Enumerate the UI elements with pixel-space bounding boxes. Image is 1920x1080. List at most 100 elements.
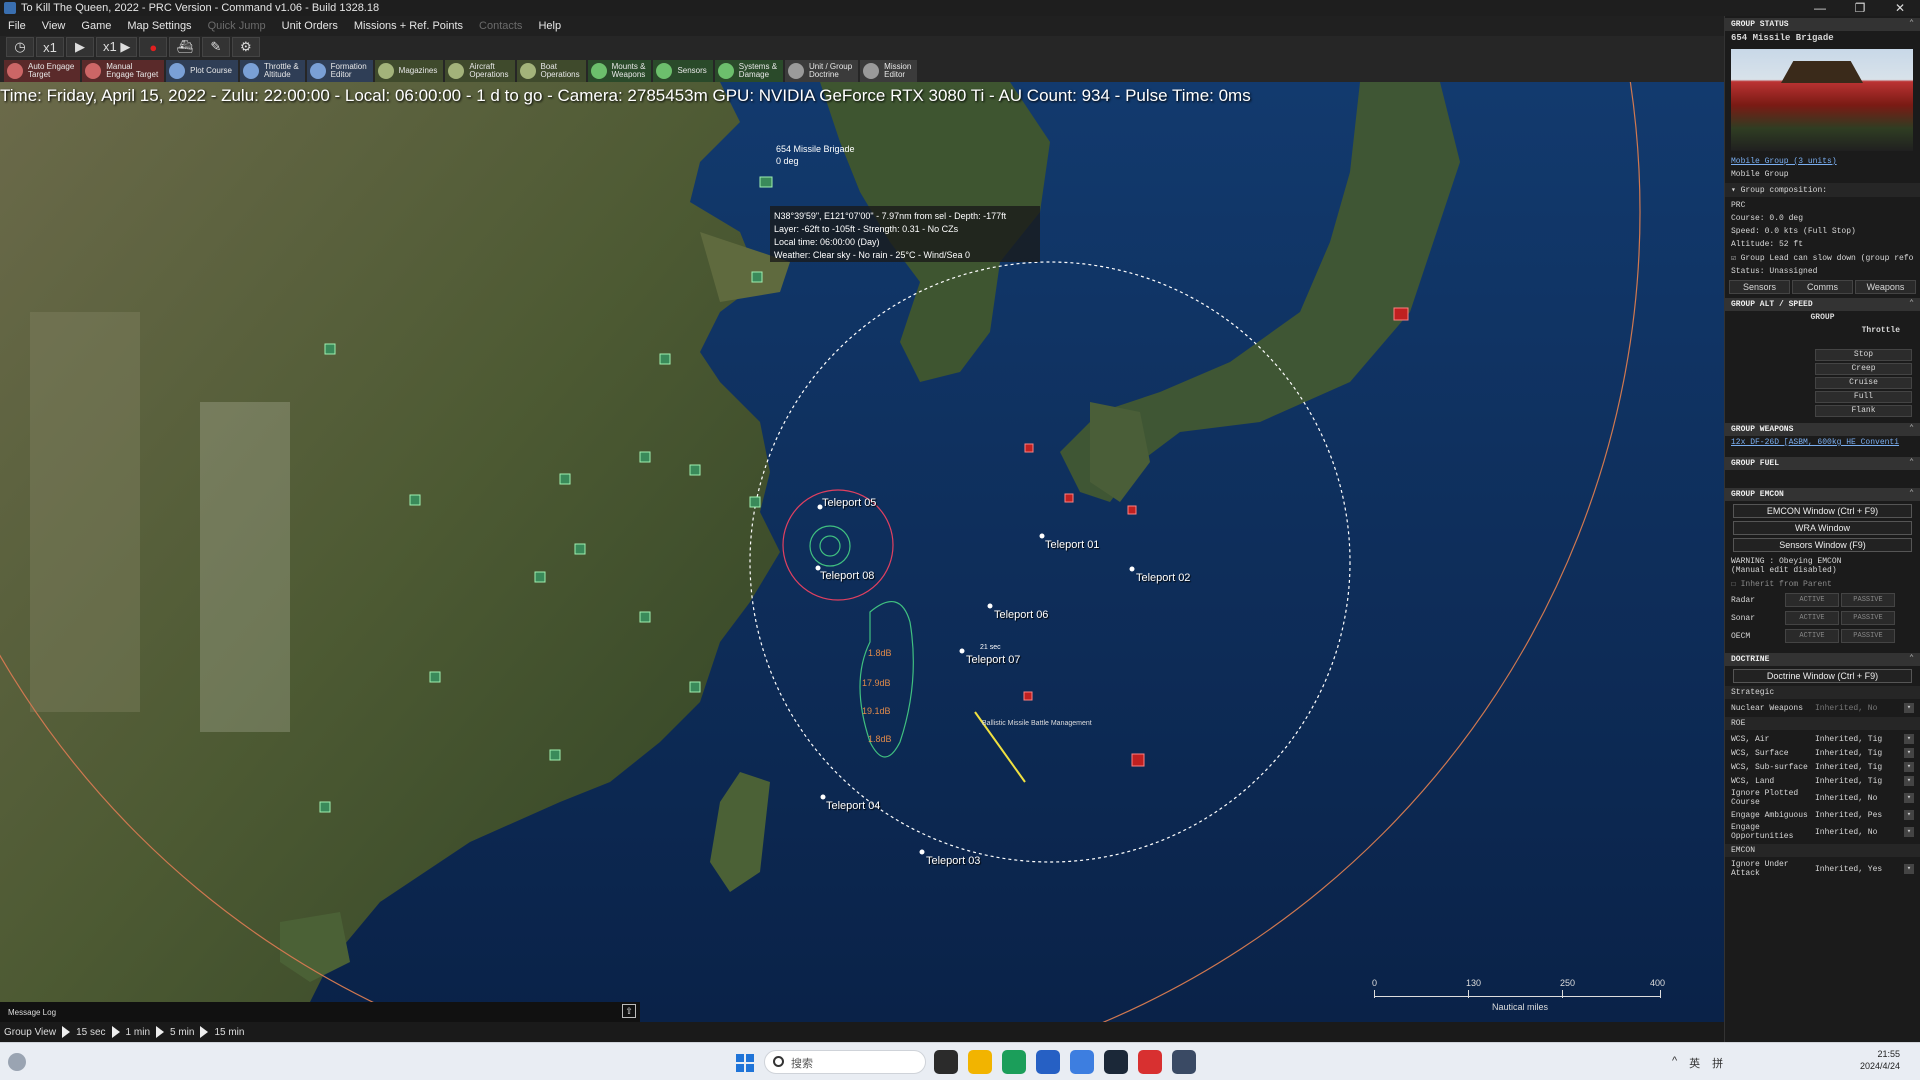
doctrine-row[interactable]: WCS, Land Inherited, Tig ▾ bbox=[1725, 774, 1920, 788]
emcon-active-toggle[interactable]: ACTIVE bbox=[1785, 629, 1839, 643]
selected-unit-label[interactable]: 654 Missile Brigade bbox=[776, 144, 855, 154]
tab-weapons[interactable]: Weapons bbox=[1855, 280, 1916, 294]
emcon-button-2[interactable]: Sensors Window (F9) bbox=[1733, 538, 1912, 552]
alt-speed-header[interactable]: GROUP ALT / SPEED bbox=[1725, 298, 1920, 311]
plot-course-button[interactable]: Plot Course bbox=[166, 60, 238, 82]
group-composition-toggle[interactable]: ▾ Group composition: bbox=[1725, 183, 1920, 197]
start-button[interactable] bbox=[736, 1054, 754, 1072]
throttle-altitude-button[interactable]: Throttle & Altitude bbox=[239, 60, 305, 82]
close-button[interactable]: ✕ bbox=[1880, 1, 1920, 15]
teleport-label-teleport-03[interactable]: Teleport 03 bbox=[926, 855, 980, 867]
file-explorer-icon[interactable] bbox=[968, 1050, 992, 1074]
time-compression-2[interactable]: x1 ▶ bbox=[96, 37, 138, 57]
aircraft-operations-button[interactable]: Aircraft Operations bbox=[445, 60, 515, 82]
chevron-down-icon[interactable]: ▾ bbox=[1904, 734, 1914, 744]
tab-sensors[interactable]: Sensors bbox=[1729, 280, 1790, 294]
weather-icon[interactable] bbox=[8, 1053, 26, 1071]
doctrine-row[interactable]: WCS, Air Inherited, Tig ▾ bbox=[1725, 732, 1920, 746]
task-view-icon[interactable] bbox=[934, 1050, 958, 1074]
menu-item-help[interactable]: Help bbox=[530, 20, 569, 32]
doctrine-row[interactable]: Engage Ambiguous Inherited, Pes ▾ bbox=[1725, 808, 1920, 822]
menu-item-unit-orders[interactable]: Unit Orders bbox=[274, 20, 346, 32]
system-clock[interactable]: 21:55 2024/4/24 bbox=[1840, 1048, 1900, 1072]
throttle-cruise-button[interactable]: Cruise bbox=[1815, 377, 1912, 389]
map-view[interactable]: 654 Missile Brigade 0 deg N38°39'59", E1… bbox=[0, 82, 1724, 1022]
menu-item-file[interactable]: File bbox=[0, 20, 34, 32]
sensors-button[interactable]: Sensors bbox=[653, 60, 713, 82]
record-button[interactable]: ● bbox=[139, 37, 168, 57]
chevron-down-icon[interactable]: ▾ bbox=[1904, 864, 1914, 874]
group-lead-checkbox[interactable]: ☑ Group Lead can slow down (group refo bbox=[1725, 251, 1920, 265]
time-compression-1[interactable]: x1 bbox=[36, 37, 64, 57]
emcon-button-0[interactable]: EMCON Window (Ctrl + F9) bbox=[1733, 504, 1912, 518]
throttle-creep-button[interactable]: Creep bbox=[1815, 363, 1912, 375]
doctrine-row[interactable]: WCS, Surface Inherited, Tig ▾ bbox=[1725, 746, 1920, 760]
step-forward-icon[interactable] bbox=[111, 1026, 120, 1038]
doctrine-header[interactable]: DOCTRINE bbox=[1725, 653, 1920, 666]
unit-group-doctrine-button[interactable]: Unit / Group Doctrine bbox=[785, 60, 859, 82]
step-forward-icon[interactable] bbox=[156, 1026, 164, 1038]
teleport-label-teleport-07[interactable]: Teleport 07 bbox=[966, 654, 1020, 666]
taskbar-search[interactable]: 搜索 bbox=[764, 1050, 926, 1074]
teleport-label-teleport-02[interactable]: Teleport 02 bbox=[1136, 572, 1190, 584]
formation-editor-button[interactable]: Formation Editor bbox=[306, 60, 373, 82]
weapons-header[interactable]: GROUP WEAPONS bbox=[1725, 423, 1920, 436]
teleport-label-teleport-05[interactable]: Teleport 05 bbox=[822, 497, 876, 509]
time-step-5-min[interactable]: 5 min bbox=[170, 1027, 194, 1038]
emcon-passive-toggle[interactable]: PASSIVE bbox=[1841, 593, 1895, 607]
chevron-down-icon[interactable]: ▾ bbox=[1904, 810, 1914, 820]
pen-icon[interactable]: ✎ bbox=[201, 37, 230, 57]
doctrine-window-button[interactable]: Doctrine Window (Ctrl + F9) bbox=[1733, 669, 1912, 683]
minimize-button[interactable]: — bbox=[1800, 1, 1840, 15]
emcon-passive-toggle[interactable]: PASSIVE bbox=[1841, 629, 1895, 643]
chevron-down-icon[interactable]: ▾ bbox=[1904, 762, 1914, 772]
mission-editor-button[interactable]: Mission Editor bbox=[860, 60, 918, 82]
chevron-down-icon[interactable]: ▾ bbox=[1904, 703, 1914, 713]
tray-item-0[interactable]: ^ bbox=[1672, 1055, 1677, 1071]
emcon-header[interactable]: GROUP EMCON bbox=[1725, 488, 1920, 501]
manual-engage-target-button[interactable]: Manual Engage Target bbox=[82, 60, 165, 82]
menu-item-missions-ref-points[interactable]: Missions + Ref. Points bbox=[346, 20, 471, 32]
ignore-attack-row[interactable]: Ignore Under Attack Inherited, Yes ▾ bbox=[1725, 859, 1920, 879]
menu-item-contacts[interactable]: Contacts bbox=[471, 20, 530, 32]
systems-damage-button[interactable]: Systems & Damage bbox=[714, 60, 784, 82]
time-step-15-sec[interactable]: 15 sec bbox=[76, 1027, 105, 1038]
restore-button[interactable]: ❐ bbox=[1840, 1, 1880, 15]
gear-icon[interactable]: ⚙ bbox=[231, 37, 260, 57]
menu-item-quick-jump[interactable]: Quick Jump bbox=[200, 20, 274, 32]
emcon-button-1[interactable]: WRA Window bbox=[1733, 521, 1912, 535]
step-forward-icon[interactable] bbox=[62, 1026, 71, 1038]
throttle-stop-button[interactable]: Stop bbox=[1815, 349, 1912, 361]
ship-icon[interactable]: ⛴ bbox=[169, 37, 200, 57]
doctrine-row[interactable]: Engage Opportunities Inherited, No ▾ bbox=[1725, 822, 1920, 842]
edge-icon[interactable] bbox=[1002, 1050, 1026, 1074]
throttle-full-button[interactable]: Full bbox=[1815, 391, 1912, 403]
expand-log-icon[interactable]: ⇧ bbox=[622, 1004, 636, 1018]
app-icon-red[interactable] bbox=[1138, 1050, 1162, 1074]
emcon-passive-toggle[interactable]: PASSIVE bbox=[1841, 611, 1895, 625]
app-icon-blue[interactable] bbox=[1070, 1050, 1094, 1074]
menu-item-view[interactable]: View bbox=[34, 20, 74, 32]
tab-comms[interactable]: Comms bbox=[1792, 280, 1853, 294]
boat-operations-button[interactable]: Boat Operations bbox=[516, 60, 586, 82]
doctrine-row[interactable]: Ignore Plotted Course Inherited, No ▾ bbox=[1725, 788, 1920, 808]
menu-item-game[interactable]: Game bbox=[73, 20, 119, 32]
teleport-label-teleport-08[interactable]: Teleport 08 bbox=[820, 570, 874, 582]
emcon-active-toggle[interactable]: ACTIVE bbox=[1785, 611, 1839, 625]
steam-icon[interactable] bbox=[1104, 1050, 1128, 1074]
message-log[interactable]: Message Log ⇧ bbox=[0, 1002, 640, 1022]
command-app-icon[interactable] bbox=[1172, 1050, 1196, 1074]
chevron-down-icon[interactable]: ▾ bbox=[1904, 776, 1914, 786]
nuclear-row[interactable]: Nuclear Weapons Inherited, No ▾ bbox=[1725, 701, 1920, 715]
teleport-label-teleport-04[interactable]: Teleport 04 bbox=[826, 800, 880, 812]
throttle-flank-button[interactable]: Flank bbox=[1815, 405, 1912, 417]
weapons-line[interactable]: 12x DF-26D [ASBM, 600kg HE Conventi bbox=[1725, 436, 1920, 449]
play-button[interactable]: ▶ bbox=[66, 37, 94, 57]
magazines-button[interactable]: Magazines bbox=[374, 60, 444, 82]
tray-item-1[interactable]: 英 bbox=[1689, 1055, 1700, 1071]
teleport-label-teleport-01[interactable]: Teleport 01 bbox=[1045, 539, 1099, 551]
tray-item-2[interactable]: 拼 bbox=[1712, 1055, 1723, 1071]
time-step-15-min[interactable]: 15 min bbox=[214, 1027, 244, 1038]
auto-engage-target-button[interactable]: Auto Engage Target bbox=[4, 60, 81, 82]
emcon-active-toggle[interactable]: ACTIVE bbox=[1785, 593, 1839, 607]
